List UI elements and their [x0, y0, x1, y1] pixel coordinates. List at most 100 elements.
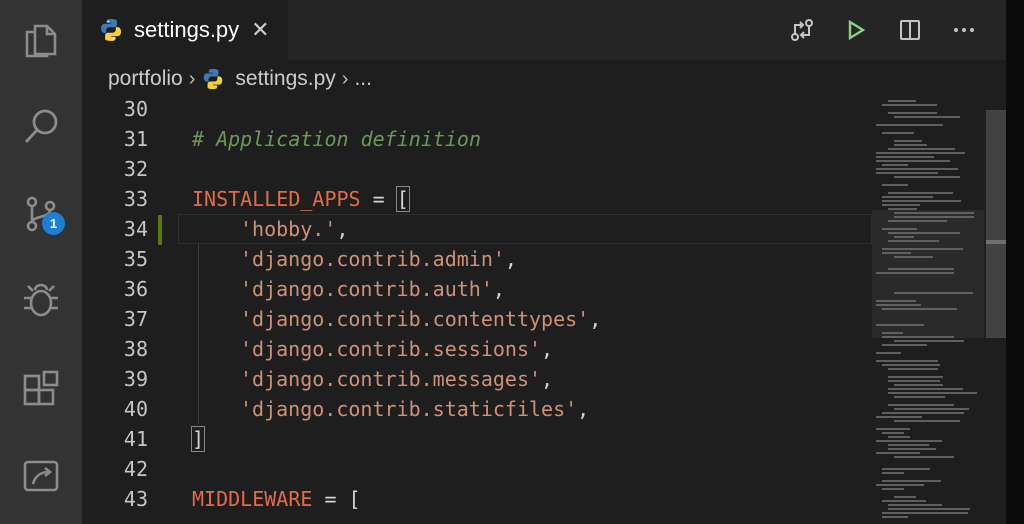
minimap-line	[882, 336, 954, 338]
minimap-line	[894, 340, 965, 342]
extensions-icon[interactable]	[0, 360, 82, 420]
minimap-line	[882, 248, 964, 250]
line-number: 41	[123, 427, 148, 451]
close-icon[interactable]: ✕	[251, 17, 269, 43]
string-literal: 'django.contrib.messages'	[240, 367, 542, 391]
minimap-line	[882, 228, 918, 230]
comma: ,	[492, 277, 505, 301]
tab-settings-py[interactable]: settings.py ✕	[82, 0, 288, 60]
explorer-icon[interactable]	[0, 10, 82, 70]
minimap-line	[894, 396, 945, 398]
line-number: 32	[123, 157, 148, 181]
minimap-line	[882, 468, 931, 470]
minimap-line	[882, 432, 904, 434]
scrollbar-thumb[interactable]	[986, 110, 1006, 338]
minimap-line	[882, 252, 911, 254]
minimap-line	[888, 448, 936, 450]
line-number: 34	[123, 217, 148, 241]
minimap-line	[876, 484, 925, 486]
code-editor[interactable]: 30 31 # Application definition 32 33 INSTA…	[82, 98, 1006, 524]
line-number: 39	[123, 367, 148, 391]
minimap-line	[894, 256, 933, 258]
minimap-line	[888, 376, 943, 378]
breadcrumb-folder[interactable]: portfolio	[108, 67, 183, 91]
code-line: 35 'django.contrib.admin',	[82, 244, 872, 274]
minimap[interactable]	[872, 96, 984, 524]
minimap-line	[876, 440, 943, 442]
line-number: 37	[123, 307, 148, 331]
string-literal: 'django.contrib.sessions'	[240, 337, 542, 361]
minimap-line	[888, 444, 930, 446]
remote-explorer-icon[interactable]	[0, 446, 82, 506]
minimap-line	[894, 140, 923, 142]
minimap-line	[882, 344, 928, 346]
minimap-line	[876, 304, 921, 306]
compare-changes-icon[interactable]	[788, 16, 816, 44]
line-number: 30	[123, 98, 148, 121]
minimap-line	[882, 512, 969, 514]
minimap-line	[876, 360, 939, 362]
string-literal: 'hobby.'	[240, 217, 337, 241]
breadcrumb: portfolio › settings.py › ...	[82, 60, 1006, 98]
minimap-line	[888, 192, 954, 194]
minimap-line	[882, 308, 958, 310]
code-line: 41]	[82, 424, 872, 454]
minimap-line	[888, 100, 917, 102]
minimap-line	[894, 144, 928, 146]
minimap-line	[882, 412, 964, 414]
minimap-line	[882, 488, 905, 490]
line-number: 42	[123, 457, 148, 481]
minimap-line	[882, 132, 915, 134]
source-control-icon[interactable]: 1	[0, 184, 82, 244]
minimap-line	[888, 392, 978, 394]
minimap-line	[888, 112, 937, 114]
code-line: 32	[82, 154, 872, 184]
minimap-line	[882, 472, 904, 474]
code-line: 40 'django.contrib.staticfiles',	[82, 394, 872, 424]
variable-name: MIDDLEWARE	[192, 487, 313, 511]
minimap-line	[888, 232, 960, 234]
chevron-right-icon: ›	[341, 67, 349, 90]
code-line: 42	[82, 454, 872, 484]
comma: ,	[577, 397, 590, 421]
minimap-line	[894, 216, 975, 218]
minimap-line	[894, 496, 917, 498]
minimap-line	[876, 160, 951, 162]
comma: ,	[589, 307, 602, 331]
more-actions-icon[interactable]	[950, 16, 978, 44]
minimap-line	[876, 416, 922, 418]
minimap-line	[882, 364, 940, 366]
minimap-line	[876, 352, 901, 354]
minimap-line	[894, 408, 969, 410]
minimap-line	[876, 124, 944, 126]
string-literal: 'django.contrib.admin'	[240, 247, 505, 271]
minimap-line	[894, 456, 954, 458]
open-bracket: [	[395, 186, 410, 212]
string-literal: 'django.contrib.staticfiles'	[240, 397, 578, 421]
minimap-line	[876, 272, 955, 274]
code-line: 37 'django.contrib.contenttypes',	[82, 304, 872, 334]
comment-text: # Application definition	[192, 127, 481, 151]
breadcrumb-more[interactable]: ...	[354, 67, 372, 91]
minimap-line	[888, 268, 955, 270]
line-number: 31	[123, 127, 148, 151]
minimap-line	[888, 504, 943, 506]
minimap-line	[888, 388, 964, 390]
minimap-line	[882, 204, 921, 206]
debug-icon[interactable]	[0, 270, 82, 330]
activity-bar: 1	[0, 0, 82, 524]
split-editor-icon[interactable]	[896, 16, 924, 44]
minimap-line	[894, 116, 961, 118]
minimap-line	[882, 104, 938, 106]
minimap-line	[882, 332, 903, 334]
scrollbar-marker	[986, 240, 1006, 244]
minimap-line	[876, 156, 935, 158]
minimap-line	[894, 236, 915, 238]
breadcrumb-file[interactable]: settings.py	[235, 67, 335, 91]
run-icon[interactable]	[842, 16, 870, 44]
minimap-line	[876, 324, 925, 326]
line-number: 40	[123, 397, 148, 421]
minimap-line	[888, 240, 939, 242]
search-icon[interactable]	[0, 96, 82, 156]
string-literal: 'django.contrib.contenttypes'	[240, 307, 590, 331]
